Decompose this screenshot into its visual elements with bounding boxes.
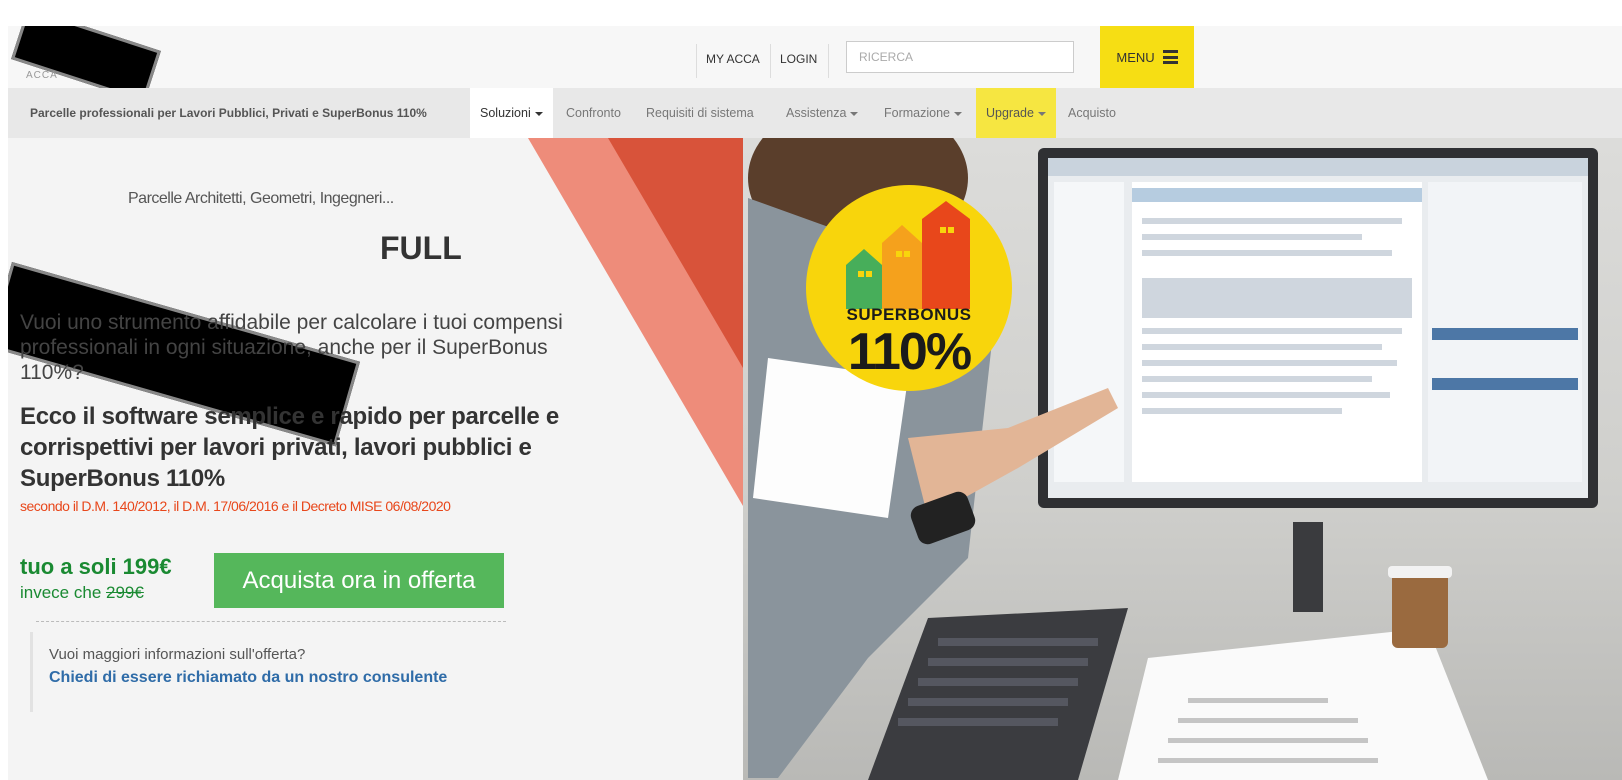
form-header xyxy=(1132,188,1422,202)
header-divider xyxy=(696,44,697,78)
window-titlebar xyxy=(1048,158,1588,176)
divider xyxy=(36,621,506,622)
buy-now-button[interactable]: Acquista ora in offerta xyxy=(214,553,504,608)
menu-button[interactable]: MENU xyxy=(1100,26,1194,88)
coffee-lid xyxy=(1388,566,1452,578)
old-price-line: invece che 299€ xyxy=(20,583,144,603)
search-input[interactable] xyxy=(846,41,1074,73)
hamburger-icon xyxy=(1162,50,1178,64)
nav-item-formazione[interactable]: Formazione xyxy=(874,88,972,138)
top-header: ACCA MY ACCA LOGIN MENU xyxy=(8,26,1622,103)
info-callout: Vuoi maggiori informazioni sull'offerta?… xyxy=(30,632,447,712)
nav-item-label: Formazione xyxy=(884,106,950,120)
menu-label: MENU xyxy=(1116,49,1155,65)
caret-down-icon xyxy=(954,111,962,116)
caret-down-icon xyxy=(850,111,859,116)
caret-down-icon xyxy=(1037,111,1046,116)
product-name-suffix: FULL xyxy=(380,230,462,266)
hero-headline: Ecco il software semplice e rapido per p… xyxy=(20,403,559,492)
hero-subtitle: Parcelle Architetti, Geometri, Ingegneri… xyxy=(128,190,394,207)
nav-item-acquisto[interactable]: Acquisto xyxy=(1058,88,1126,138)
results-header xyxy=(1432,378,1578,390)
results-header xyxy=(1432,328,1578,340)
login-link[interactable]: LOGIN xyxy=(780,52,817,66)
callback-link[interactable]: Chiedi di essere richiamato da un nostro… xyxy=(49,669,447,687)
nav-item-label: Confronto xyxy=(566,106,621,120)
nav-item-soluzioni[interactable]: Soluzioni xyxy=(470,88,553,138)
my-acca-link[interactable]: MY ACCA xyxy=(706,52,760,66)
header-divider xyxy=(770,44,771,78)
nav-item-confronto[interactable]: Confronto xyxy=(556,88,631,138)
header-divider xyxy=(828,44,829,78)
nav-item-label: Assistenza xyxy=(786,106,847,120)
nav-item-assistenza[interactable]: Assistenza xyxy=(776,88,868,138)
nav-item-label: Requisiti di sistema xyxy=(646,106,754,120)
coffee-cup xyxy=(1392,568,1448,648)
caret-down-icon xyxy=(534,111,543,116)
nav-item-label: Upgrade xyxy=(986,106,1034,120)
superbonus-badge: SUPERBONUS 110% xyxy=(806,185,1012,391)
hero-intro: Vuoi uno strumento affidabile per calcol… xyxy=(20,311,563,384)
paper-sheet xyxy=(1118,628,1488,780)
nav-brand[interactable]: Parcelle professionali per Lavori Pubbli… xyxy=(30,106,427,120)
nav-item-requisiti[interactable]: Requisiti di sistema xyxy=(636,88,764,138)
old-price: 299€ xyxy=(106,583,144,602)
old-price-prefix: invece che xyxy=(20,583,102,602)
decree-text: secondo il D.M. 140/2012, il D.M. 17/06/… xyxy=(20,498,451,514)
badge-percentage: 110% xyxy=(847,323,972,381)
monitor-stand xyxy=(1293,522,1323,612)
nav-item-upgrade[interactable]: Upgrade xyxy=(976,88,1056,138)
product-navbar: Parcelle professionali per Lavori Pubbli… xyxy=(8,88,1622,138)
keyboard xyxy=(868,608,1128,780)
hero-section: SUPERBONUS 110% Parcelle Architetti, Geo… xyxy=(8,138,1622,780)
page: ACCA MY ACCA LOGIN MENU Parcelle profess… xyxy=(8,26,1622,780)
nav-item-label: Acquisto xyxy=(1068,106,1116,120)
nav-item-label: Soluzioni xyxy=(480,106,531,120)
offer-price: tuo a soli 199€ xyxy=(20,554,172,579)
info-question: Vuoi maggiori informazioni sull'offerta? xyxy=(49,646,306,663)
logo[interactable]: ACCA xyxy=(26,70,58,81)
